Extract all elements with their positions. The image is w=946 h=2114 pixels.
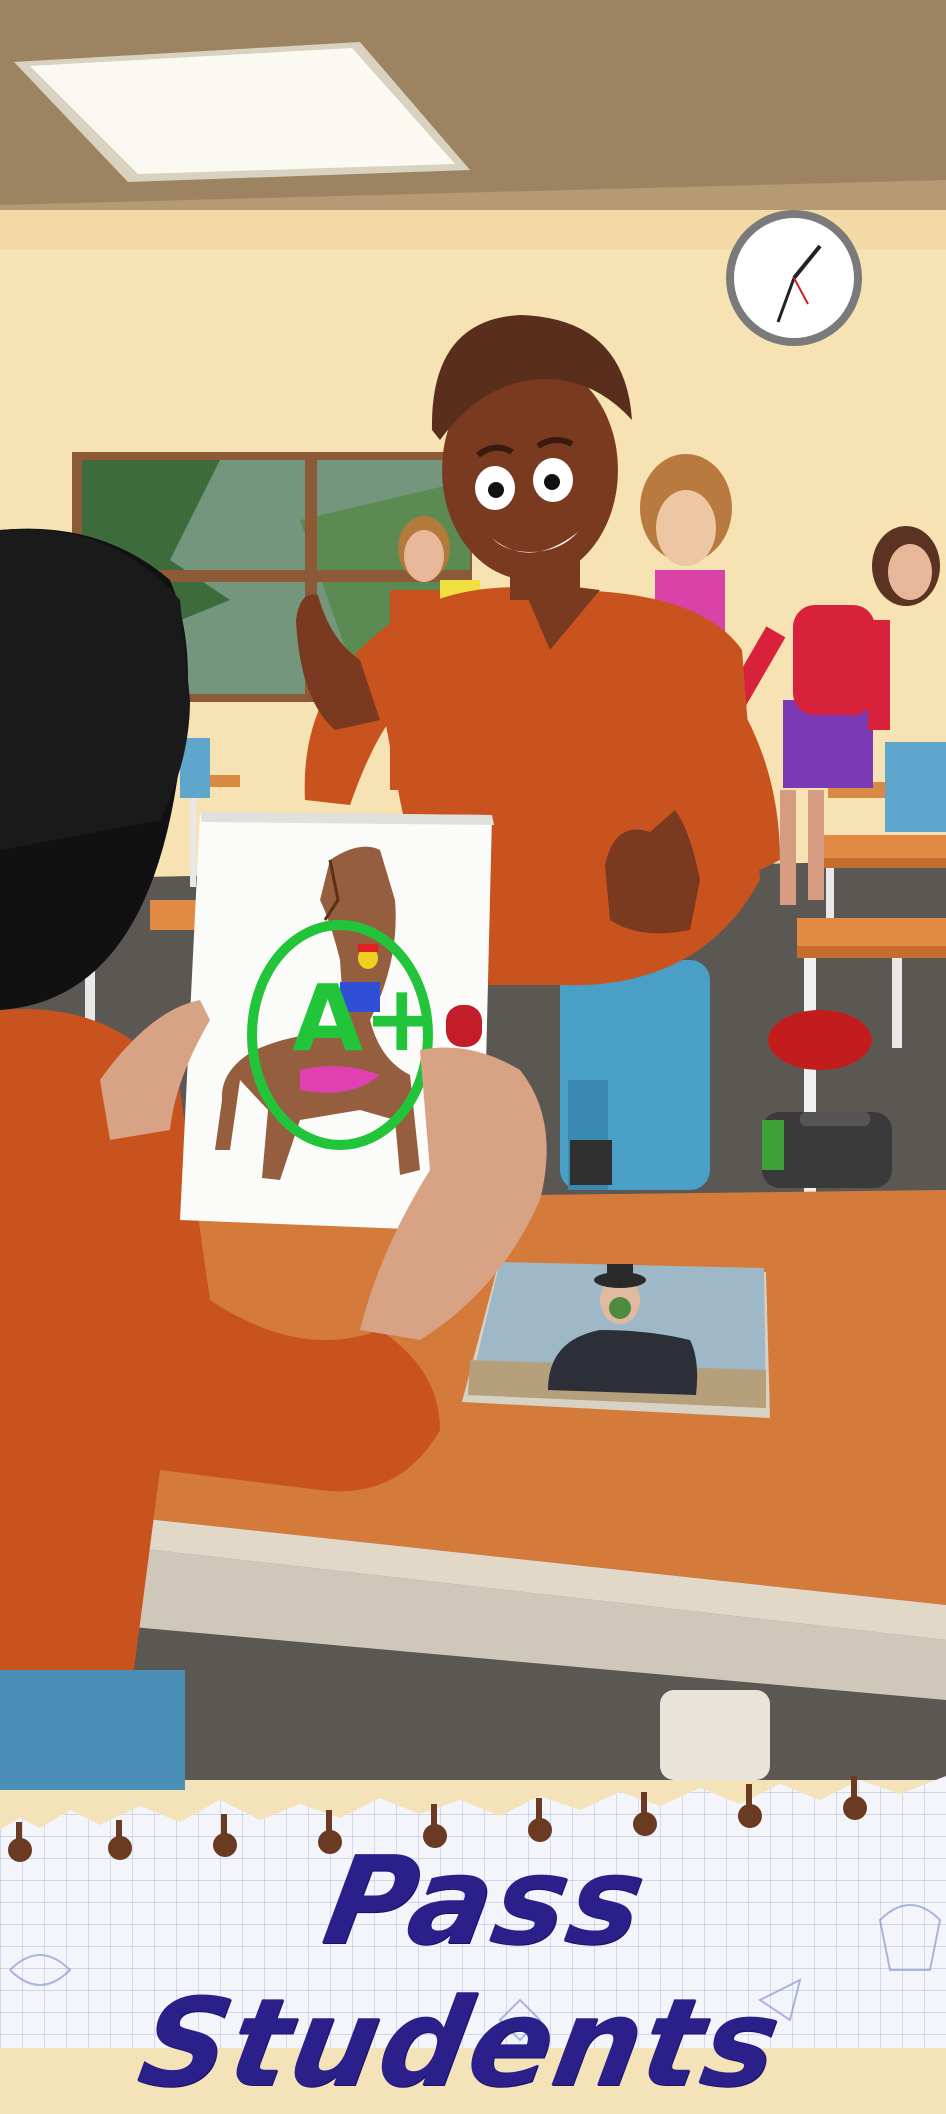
painting-card <box>462 1262 770 1418</box>
game-scene: A+ <box>0 0 946 2048</box>
robot-vacuum <box>762 1112 892 1188</box>
banner-title: Pass Students <box>129 1830 792 2114</box>
backpack <box>768 1010 872 1070</box>
wall-clock-icon <box>726 210 862 346</box>
grade-label: A+ <box>292 965 440 1072</box>
